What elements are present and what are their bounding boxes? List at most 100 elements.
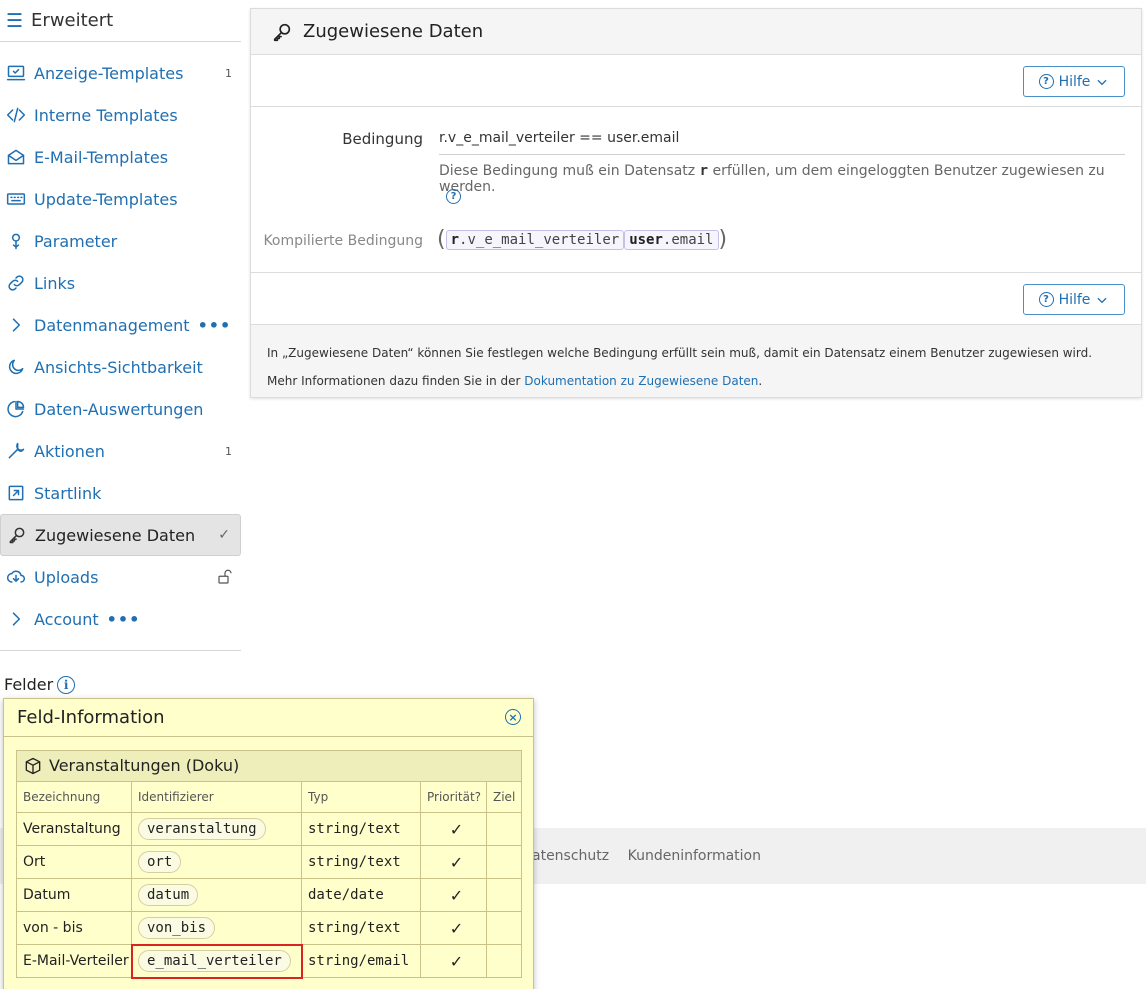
chevron-down-icon [1097,297,1107,303]
more-icon[interactable]: ••• [198,316,232,335]
table-row: Ort ort string/text ✓ [16,845,522,879]
paren-open: ( [437,227,446,252]
col-prioritaet: Priorität? [420,781,487,813]
cell-typ: string/email [301,944,421,978]
sidebar-header[interactable]: ☰ Erweitert [0,0,241,42]
keyboard-icon [4,187,28,211]
parameter-icon [4,229,28,253]
sidebar-item-startlink[interactable]: Startlink [0,472,242,514]
feld-information-popup: Feld-Information × Veranstaltungen (Doku… [3,698,534,989]
compiled-right-obj: user [629,231,663,248]
footer-link-kundeninformation[interactable]: Kundeninformation [628,848,761,864]
cell-typ: string/text [301,911,421,945]
question-icon[interactable]: ? [446,189,461,204]
help-button-bottom[interactable]: ? Hilfe [1023,284,1125,315]
close-icon[interactable]: × [505,709,521,725]
count-badge: 1 [225,66,232,80]
more-icon[interactable]: ••• [107,610,141,629]
pie-chart-icon [4,397,28,421]
table-row: E-Mail-Verteiler e_mail_verteiler string… [16,943,522,979]
sidebar-item-links[interactable]: Links [0,262,242,304]
cell-ziel [486,845,522,879]
hamburger-menu-icon[interactable]: ☰ [6,10,23,32]
help-button-top[interactable]: ? Hilfe [1023,66,1125,97]
check-icon: ✓ [420,812,487,846]
sidebar-item-email-templates[interactable]: E-Mail-Templates [0,136,242,178]
sidebar-item-interne-templates[interactable]: Interne Templates [0,94,242,136]
wrench-icon [4,439,28,463]
sidebar-item-anzeige-templates[interactable]: Anzeige-Templates 1 [0,52,242,94]
sidebar-item-label: Daten-Auswertungen [34,399,204,419]
sidebar-title: Erweitert [31,10,114,31]
sidebar-item-label: Interne Templates [34,105,178,125]
cell-bezeichnung: E-Mail-Verteiler [16,944,132,978]
identifier-chip[interactable]: von_bis [138,917,216,939]
identifier-chip[interactable]: veranstaltung [138,818,266,840]
sidebar-item-update-templates[interactable]: Update-Templates [0,178,242,220]
sidebar-item-label: E-Mail-Templates [34,147,169,167]
identifier-chip[interactable]: ort [138,851,182,873]
help-row-top: ? Hilfe [251,55,1141,107]
cell-identifizierer: datum [131,878,302,912]
zugewiesene-daten-panel: Zugewiesene Daten ? Hilfe Bedingung r.v_… [250,8,1142,398]
sidebar-item-aktionen[interactable]: Aktionen 1 [0,430,242,472]
col-bezeichnung: Bezeichnung [16,781,132,813]
sidebar-item-label: Datenmanagement [34,315,190,335]
col-identifizierer: Identifizierer [131,781,302,813]
help-label: Hilfe [1058,73,1091,90]
panel-title: Zugewiesene Daten [303,21,484,42]
chevron-down-icon [1097,79,1107,85]
sidebar-item-label: Links [34,273,76,293]
external-link-icon [4,481,28,505]
sidebar-item-datenmanagement[interactable]: Datenmanagement ••• [0,304,242,346]
footer-link-datenschutz[interactable]: atenschutz [532,848,609,864]
bedingung-input[interactable]: r.v_e_mail_verteiler == user.email [439,130,1125,155]
sidebar-item-ansichts-sichtbarkeit[interactable]: Ansichts-Sichtbarkeit [0,346,242,388]
table-row: von - bis von_bis string/text ✓ [16,911,522,945]
documentation-link[interactable]: Dokumentation zu Zugewiesene Daten [524,374,758,388]
identifier-chip[interactable]: datum [138,884,199,906]
sidebar-item-label: Uploads [34,567,99,587]
sidebar-item-uploads[interactable]: Uploads [0,556,242,598]
condition-form: Bedingung r.v_e_mail_verteiler == user.e… [251,107,1141,273]
monitor-icon [4,61,28,85]
help-row-bottom: ? Hilfe [251,273,1141,325]
compiled-condition: ( r.v_e_mail_verteiler user.email ) [437,227,727,252]
panel-header: Zugewiesene Daten [251,9,1141,55]
sidebar-item-label: Parameter [34,231,118,251]
sidebar-item-label: Ansichts-Sichtbarkeit [34,357,203,377]
bedingung-label: Bedingung [342,130,423,148]
compiled-left-chip: r.v_e_mail_verteiler [445,229,625,250]
footer-text: . [758,374,763,388]
paren-close: ) [718,227,728,252]
sidebar-nav: Anzeige-Templates 1 Interne Templates E-… [0,52,242,640]
sidebar-item-parameter[interactable]: Parameter [0,220,242,262]
count-badge: 1 [225,444,232,458]
popup-title: Feld-Information [17,707,165,728]
model-row: Veranstaltungen (Doku) [16,750,522,782]
compiled-right-attr: email [671,231,714,248]
footer-links: atenschutz Kundeninformation [532,848,775,864]
sidebar-item-label: Update-Templates [34,189,178,209]
desc-var: r [699,163,709,179]
footer-line-2: Mehr Informationen dazu finden Sie in de… [267,367,1125,395]
sidebar-item-zugewiesene-daten[interactable]: Zugewiesene Daten ✓ [0,514,241,556]
panel-footer-info: In „Zugewiesene Daten“ können Sie festle… [251,325,1141,397]
compiled-left-attr: v_e_mail_verteiler [467,231,620,248]
sidebar-item-label: Anzeige-Templates [34,63,184,83]
unlock-icon[interactable] [216,568,234,590]
cell-bezeichnung: von - bis [16,911,132,945]
chevron-right-icon [4,607,28,631]
sidebar-item-account[interactable]: Account ••• [0,598,242,640]
question-icon: ? [1038,74,1054,89]
check-icon: ✓ [420,878,487,912]
envelope-open-icon [4,145,28,169]
sidebar-item-label: Account [34,609,99,629]
sidebar-item-daten-auswertungen[interactable]: Daten-Auswertungen [0,388,242,430]
question-icon: ? [1038,292,1054,307]
info-icon[interactable]: i [57,675,76,694]
sidebar-divider [0,650,241,651]
identifier-chip[interactable]: e_mail_verteiler [138,950,291,972]
sidebar-item-label: Startlink [34,483,102,503]
compiled-left-obj: r [450,231,460,248]
